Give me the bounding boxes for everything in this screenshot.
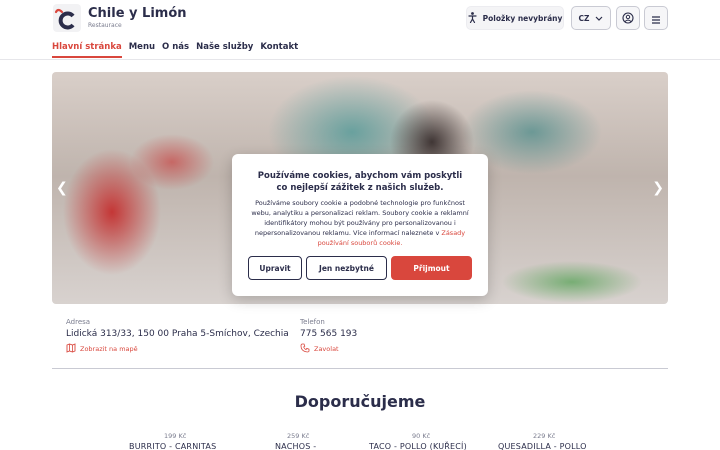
hamburger-menu-button[interactable] bbox=[644, 6, 668, 30]
cookie-description: Používáme soubory cookie a podobné techn… bbox=[248, 198, 472, 248]
phone-icon bbox=[300, 343, 310, 355]
item-name[interactable]: BURRITO - CARNITAS bbox=[129, 442, 216, 450]
address-label: Adresa bbox=[66, 318, 91, 326]
item-price: 90 Kč bbox=[412, 432, 431, 440]
language-value: CZ bbox=[578, 13, 590, 23]
accessibility-person-icon bbox=[467, 11, 477, 25]
logo-icon bbox=[54, 8, 75, 30]
phone-label: Telefon bbox=[300, 318, 325, 326]
nav-item-home[interactable]: Hlavní stránka bbox=[52, 42, 122, 58]
accessibility-button[interactable]: Položky nevybrány bbox=[466, 6, 564, 30]
nav-item-contact[interactable]: Kontakt bbox=[260, 42, 298, 58]
item-price: 259 Kč bbox=[287, 432, 310, 440]
call-label: Zavolat bbox=[314, 345, 339, 353]
section-divider bbox=[52, 368, 668, 369]
carousel-next-icon[interactable]: ❯ bbox=[652, 180, 664, 196]
cookie-text: Používáme soubory cookie a podobné techn… bbox=[251, 199, 469, 237]
item-price: 229 Kč bbox=[533, 432, 556, 440]
account-button[interactable] bbox=[616, 6, 640, 30]
site-header: Chile y Limón Restaurace Položky nevybrá… bbox=[0, 0, 720, 60]
accessibility-label: Položky nevybrány bbox=[482, 13, 563, 23]
phone-value: 775 565 193 bbox=[300, 329, 358, 339]
map-icon bbox=[66, 343, 76, 355]
brand-subtitle: Restaurace bbox=[88, 22, 122, 29]
hamburger-icon bbox=[651, 9, 661, 28]
main-nav: Hlavní stránka Menu O nás Naše služby Ko… bbox=[52, 42, 298, 58]
item-name[interactable]: NACHOS - bbox=[275, 442, 316, 450]
show-on-map-link[interactable]: Zobrazit na mapě bbox=[66, 343, 138, 355]
recommendations-title: Doporučujeme bbox=[294, 392, 426, 411]
item-name[interactable]: QUESADILLA - POLLO bbox=[498, 442, 587, 450]
nav-item-services[interactable]: Naše služby bbox=[196, 42, 253, 58]
brand-name[interactable]: Chile y Limón bbox=[88, 6, 187, 21]
cookie-title: Používáme cookies, abychom vám poskytli … bbox=[257, 171, 463, 193]
necessary-only-button[interactable]: Jen nezbytné bbox=[306, 256, 387, 280]
show-on-map-label: Zobrazit na mapě bbox=[80, 345, 138, 353]
carousel-prev-icon[interactable]: ❮ bbox=[56, 180, 68, 196]
user-circle-icon bbox=[622, 9, 634, 28]
item-price: 199 Kč bbox=[164, 432, 187, 440]
item-name[interactable]: TACO - POLLO (KUŘECÍ) bbox=[369, 442, 467, 450]
brand-logo[interactable] bbox=[53, 4, 81, 32]
nav-item-about[interactable]: O nás bbox=[162, 42, 189, 58]
accept-button[interactable]: Přijmout bbox=[391, 256, 472, 280]
chevron-down-icon bbox=[595, 14, 603, 23]
cookie-consent-dialog: Používáme cookies, abychom vám poskytli … bbox=[232, 154, 488, 296]
call-link[interactable]: Zavolat bbox=[300, 343, 339, 355]
language-select[interactable]: CZ bbox=[571, 6, 611, 30]
address-value: Lidická 313/33, 150 00 Praha 5-Smíchov, … bbox=[66, 329, 289, 339]
nav-item-menu[interactable]: Menu bbox=[129, 42, 155, 58]
customize-button[interactable]: Upravit bbox=[248, 256, 302, 280]
